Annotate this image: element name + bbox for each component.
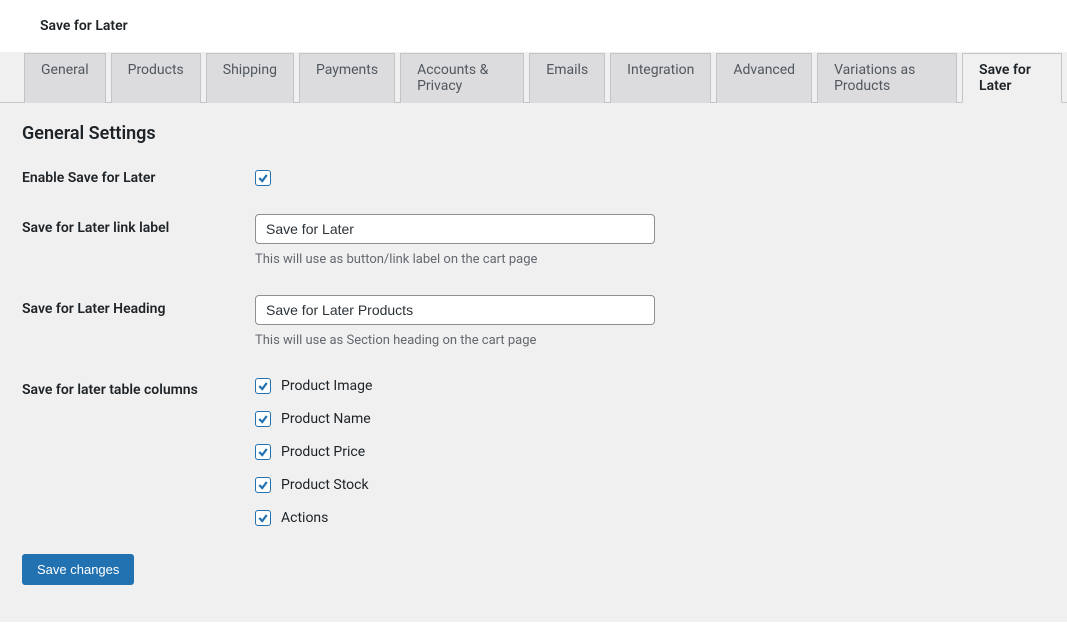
input-heading[interactable] [255,295,655,325]
checkbox-item-product-price: Product Price [255,444,1067,460]
content-area: General Products Shipping Payments Accou… [0,52,1067,622]
checkbox-label-product-image: Product Image [281,378,372,394]
help-heading: This will use as Section heading on the … [255,333,1067,348]
checkbox-item-actions: Actions [255,510,1067,526]
label-table-columns: Save for later table columns [22,376,255,398]
tab-advanced[interactable]: Advanced [716,53,812,103]
help-link-label: This will use as button/link label on th… [255,252,1067,267]
checkbox-product-image[interactable] [255,378,271,394]
check-icon [257,479,269,491]
check-icon [257,413,269,425]
settings-form: Enable Save for Later Save for Later lin… [22,164,1067,526]
check-icon [257,380,269,392]
tab-accounts-privacy[interactable]: Accounts & Privacy [400,53,524,103]
tab-shipping[interactable]: Shipping [206,53,294,103]
tab-save-for-later[interactable]: Save for Later [962,53,1062,103]
row-link-label: Save for Later link label This will use … [22,214,1067,267]
save-changes-button[interactable]: Save changes [22,554,134,585]
tab-products[interactable]: Products [111,53,201,103]
checkbox-actions[interactable] [255,510,271,526]
checkbox-enable[interactable] [255,170,271,186]
checkbox-label-product-stock: Product Stock [281,477,369,493]
submit-row: Save changes [22,554,1067,585]
tab-emails[interactable]: Emails [529,53,605,103]
row-table-columns: Save for later table columns Product Ima… [22,376,1067,526]
checkbox-label-product-name: Product Name [281,411,371,427]
nav-tabs: General Products Shipping Payments Accou… [0,52,1067,103]
section-heading: General Settings [0,103,1067,154]
tab-general[interactable]: General [24,53,106,103]
check-icon [257,172,269,184]
checkbox-product-price[interactable] [255,444,271,460]
row-enable: Enable Save for Later [22,164,1067,186]
label-enable: Enable Save for Later [22,164,255,186]
page-title: Save for Later [0,0,1067,52]
checkbox-label-actions: Actions [281,510,328,526]
label-heading: Save for Later Heading [22,295,255,317]
row-heading: Save for Later Heading This will use as … [22,295,1067,348]
tab-integration[interactable]: Integration [610,53,711,103]
checkbox-item-product-image: Product Image [255,378,1067,394]
checkbox-label-product-price: Product Price [281,444,365,460]
tab-variations-as-products[interactable]: Variations as Products [817,53,957,103]
label-link-label: Save for Later link label [22,214,255,236]
checkbox-list-columns: Product Image Product Name Product Price [255,376,1067,526]
tab-payments[interactable]: Payments [299,53,395,103]
checkbox-item-product-name: Product Name [255,411,1067,427]
check-icon [257,446,269,458]
checkbox-item-product-stock: Product Stock [255,477,1067,493]
input-link-label[interactable] [255,214,655,244]
checkbox-product-stock[interactable] [255,477,271,493]
checkbox-product-name[interactable] [255,411,271,427]
check-icon [257,512,269,524]
